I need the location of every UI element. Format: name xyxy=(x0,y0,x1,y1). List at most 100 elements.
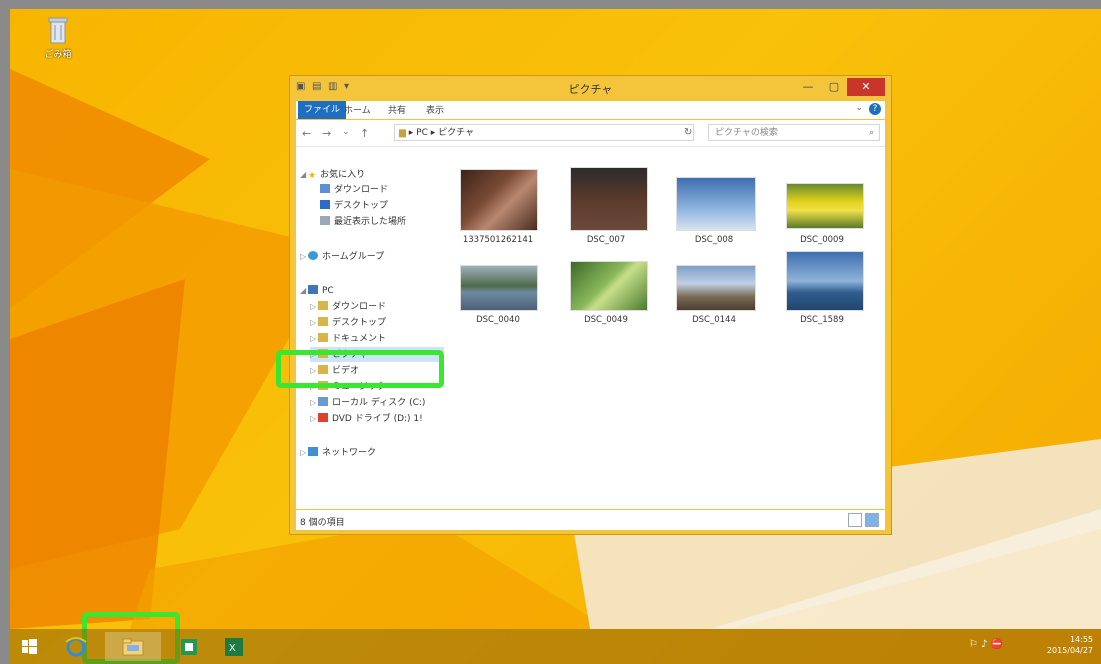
nav-pc-desktop[interactable]: ▷ デスクトップ xyxy=(310,315,386,330)
excel-button[interactable]: X xyxy=(220,632,248,661)
nav-favorites-downloads[interactable]: ダウンロード xyxy=(320,183,388,198)
content-area: ◢ ★ お気に入り ダウンロード デスクトップ 最近表示した場所 ▷ ホームグループ … xyxy=(296,147,885,509)
tab-view[interactable]: 表示 xyxy=(426,103,444,116)
file-item[interactable]: DSC_0040 xyxy=(448,257,548,337)
maximize-button[interactable]: ▢ xyxy=(821,78,847,96)
clock-date: 2015/04/27 xyxy=(1046,646,1093,655)
nav-label: デスクトップ xyxy=(332,318,387,328)
file-name: DSC_007 xyxy=(586,235,626,245)
ribbon-tabs: ファイル ホーム 共有 表示 ⌄ ? xyxy=(296,101,885,119)
nav-label: デスクトップ xyxy=(334,201,389,211)
excel-icon: X xyxy=(225,638,243,656)
collapse-icon[interactable]: ◢ xyxy=(300,167,308,182)
expand-icon[interactable]: ▷ xyxy=(310,395,318,410)
back-button[interactable]: ← xyxy=(302,127,311,140)
up-button[interactable]: ↑ xyxy=(360,127,369,140)
clock[interactable]: 14:55 2015/04/27 xyxy=(1047,634,1093,656)
refresh-button[interactable]: ↻ xyxy=(684,127,692,138)
nav-pc-local-disk[interactable]: ▷ ローカル ディスク (C:) xyxy=(310,395,425,410)
thumbnail-image xyxy=(676,265,756,311)
thumbnail-image xyxy=(786,251,864,311)
nav-label: ドキュメント xyxy=(332,334,387,344)
nav-label: ダウンロード xyxy=(334,185,389,195)
expand-icon[interactable]: ▷ xyxy=(300,445,308,460)
search-placeholder: ピクチャの検索 xyxy=(715,128,778,138)
internet-explorer-button[interactable] xyxy=(62,632,90,661)
store-button[interactable] xyxy=(176,632,202,661)
tab-file[interactable]: ファイル xyxy=(298,101,347,119)
nav-favorites[interactable]: ◢ ★ お気に入り xyxy=(300,167,365,182)
file-explorer-button[interactable] xyxy=(105,632,161,661)
desktop: ごみ箱 ▣ ▤ ▥ ▾ ピクチャ — ▢ ✕ ファイル ホーム 共有 表示 ⌄ … xyxy=(10,9,1101,664)
tab-share[interactable]: 共有 xyxy=(388,103,406,116)
file-name: DSC_0040 xyxy=(476,315,520,325)
pictures-highlight-box xyxy=(276,350,444,388)
file-item[interactable]: DSC_0049 xyxy=(556,257,656,337)
documents-folder-icon xyxy=(318,333,328,342)
nav-favorites-recent[interactable]: 最近表示した場所 xyxy=(320,215,406,230)
file-name: DSC_1589 xyxy=(800,315,844,325)
recycle-bin[interactable]: ごみ箱 xyxy=(32,15,84,60)
item-count: 8 個の項目 xyxy=(300,518,345,528)
search-input[interactable]: ピクチャの検索 ⌕ xyxy=(708,124,880,141)
file-list: 1337501262141 DSC_007 DSC_008 DSC_0009 D… xyxy=(448,147,885,509)
file-item[interactable]: DSC_007 xyxy=(556,147,656,245)
expand-icon[interactable]: ▷ xyxy=(310,411,318,426)
recycle-bin-label: ごみ箱 xyxy=(44,50,72,60)
address-row: ← → ⌄ ↑ ▆ ▸ PC ▸ ピクチャ ↻ ピクチャの検索 ⌕ xyxy=(296,120,885,147)
desktop-folder-icon xyxy=(318,317,328,326)
minimize-button[interactable]: — xyxy=(795,78,821,96)
expand-icon[interactable]: ▷ xyxy=(310,331,318,346)
file-name: DSC_0144 xyxy=(692,315,736,325)
forward-button[interactable]: → xyxy=(322,127,331,140)
tray-icons: ⚐ ♪ ⛔ xyxy=(968,639,1003,650)
notification-area[interactable]: ⚐ ♪ ⛔ xyxy=(969,639,1003,650)
network-icon xyxy=(308,447,318,456)
file-item[interactable]: DSC_1589 xyxy=(772,251,872,337)
file-name: DSC_0009 xyxy=(800,235,844,245)
help-icon[interactable]: ? xyxy=(869,103,881,115)
tab-home[interactable]: ホーム xyxy=(344,103,371,116)
nav-homegroup[interactable]: ▷ ホームグループ xyxy=(300,249,384,264)
recycle-bin-icon xyxy=(47,15,69,45)
address-path: ▸ PC ▸ ピクチャ xyxy=(408,128,475,138)
thumbnail-image xyxy=(460,169,538,231)
thumbnail-image xyxy=(460,265,538,311)
expand-icon[interactable]: ▷ xyxy=(310,299,318,314)
close-button[interactable]: ✕ xyxy=(847,78,885,96)
file-item[interactable]: 1337501262141 xyxy=(448,147,548,245)
start-button[interactable] xyxy=(18,632,40,661)
recent-locations-button[interactable]: ⌄ xyxy=(342,127,350,137)
file-item[interactable]: DSC_008 xyxy=(664,147,764,245)
details-view-icon[interactable] xyxy=(848,513,862,527)
thumbnail-image xyxy=(676,177,756,231)
nav-label: PC xyxy=(322,286,334,296)
nav-network[interactable]: ▷ ネットワーク xyxy=(300,445,376,460)
nav-label: DVD ドライブ (D:) 1! xyxy=(332,414,423,424)
status-bar: 8 個の項目 xyxy=(296,510,885,530)
nav-favorites-desktop[interactable]: デスクトップ xyxy=(320,199,388,214)
address-bar[interactable]: ▆ ▸ PC ▸ ピクチャ xyxy=(394,124,694,141)
expand-icon[interactable]: ▷ xyxy=(310,315,318,330)
search-icon: ⌕ xyxy=(868,128,874,138)
hard-disk-icon xyxy=(318,397,328,406)
nav-pc-dvd-drive[interactable]: ▷ DVD ドライブ (D:) 1! xyxy=(310,411,423,426)
nav-pc-downloads[interactable]: ▷ ダウンロード xyxy=(310,299,386,314)
file-item[interactable]: DSC_0144 xyxy=(664,257,764,337)
file-name: DSC_0049 xyxy=(584,315,628,325)
thumbnail-image xyxy=(570,167,648,231)
explorer-window: ▣ ▤ ▥ ▾ ピクチャ — ▢ ✕ ファイル ホーム 共有 表示 ⌄ ? ← … xyxy=(289,75,892,535)
expand-icon[interactable]: ▷ xyxy=(300,249,308,264)
ribbon-expand-icon[interactable]: ⌄ xyxy=(855,103,863,113)
thumbnail-image xyxy=(786,183,864,229)
download-folder-icon xyxy=(320,184,330,193)
title-bar[interactable]: ▣ ▤ ▥ ▾ ピクチャ — ▢ ✕ xyxy=(290,76,891,100)
nav-pc-documents[interactable]: ▷ ドキュメント xyxy=(310,331,386,346)
nav-pc[interactable]: ◢ PC xyxy=(300,283,334,298)
large-icons-view-icon[interactable] xyxy=(865,513,879,527)
collapse-icon[interactable]: ◢ xyxy=(300,283,308,298)
homegroup-icon xyxy=(308,251,318,260)
nav-label: ネットワーク xyxy=(322,448,377,458)
window-controls: — ▢ ✕ xyxy=(795,78,885,96)
file-item[interactable]: DSC_0009 xyxy=(772,147,872,245)
